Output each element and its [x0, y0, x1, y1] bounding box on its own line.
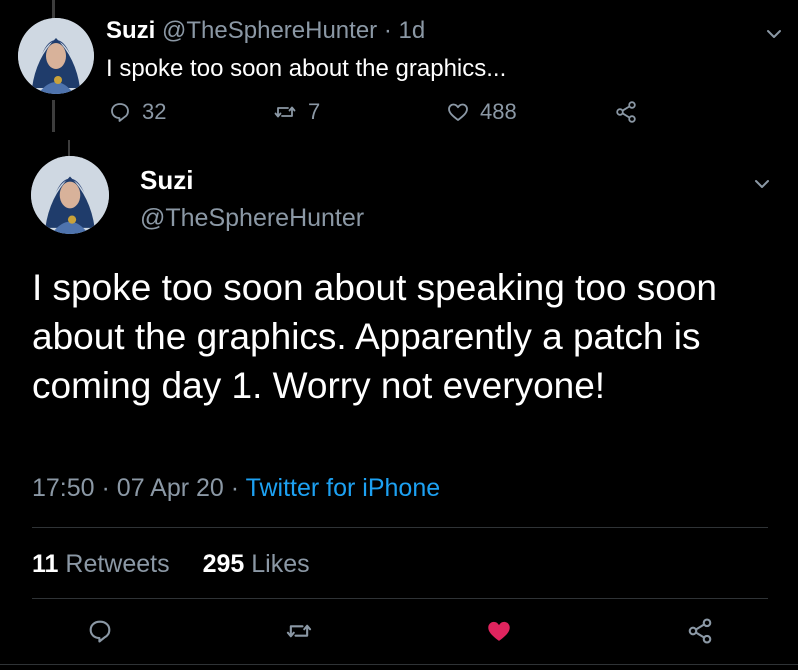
likes-stat[interactable]: 295 Likes: [203, 550, 310, 578]
share-button[interactable]: [614, 98, 638, 126]
thread-line-bottom: [52, 100, 55, 132]
reply-tweet-text: I spoke too soon about the graphics...: [106, 55, 507, 82]
reply-icon: [111, 103, 129, 122]
engagement-stats: 11 Retweets 295 Likes: [32, 550, 310, 579]
like-button[interactable]: 488: [446, 98, 517, 126]
avatar-image: [31, 156, 109, 234]
heart-icon: [488, 621, 510, 641]
main-author-handle[interactable]: @TheSphereHunter: [140, 204, 364, 233]
tweet-source-link[interactable]: Twitter for iPhone: [246, 474, 441, 502]
main-avatar[interactable]: [31, 156, 109, 234]
tweet-meta: 17:50 · 07 Apr 20 · Twitter for iPhone: [32, 474, 440, 503]
retweet-icon: [286, 624, 312, 638]
main-author-name[interactable]: Suzi: [140, 165, 193, 196]
relative-time[interactable]: 1d: [399, 17, 426, 44]
main-chevron-down-button[interactable]: [750, 172, 774, 196]
avatar[interactable]: [18, 18, 94, 94]
divider: [32, 527, 768, 528]
reply-icon: [89, 620, 111, 643]
retweet-icon: [274, 106, 296, 118]
chevron-down-icon: [755, 180, 769, 188]
divider: [32, 598, 768, 599]
tweet-date: 07 Apr 20: [116, 474, 224, 502]
tweet-time: 17:50: [32, 474, 95, 502]
meta-separator: ·: [101, 474, 110, 502]
main-tweet-text: I spoke too soon about speaking too soon…: [32, 267, 718, 406]
bottom-divider: [0, 664, 798, 665]
main-reply-button[interactable]: [86, 617, 114, 645]
retweets-stat[interactable]: 11 Retweets: [32, 550, 177, 578]
heart-icon: [448, 103, 468, 121]
retweets-stat-label: Retweets: [65, 550, 170, 578]
retweet-button[interactable]: 7: [272, 98, 320, 126]
meta-separator: ·: [230, 474, 240, 502]
author-handle[interactable]: @TheSphereHunter: [162, 17, 377, 44]
likes-stat-label: Likes: [251, 550, 310, 578]
main-like-button[interactable]: [484, 617, 514, 645]
retweets-stat-count: 11: [32, 550, 59, 578]
main-share-button[interactable]: [686, 617, 714, 645]
share-icon: [616, 101, 636, 123]
like-count: 488: [480, 99, 517, 124]
time-separator: ·: [383, 17, 392, 44]
chevron-down-button[interactable]: [762, 22, 786, 46]
retweet-count: 7: [308, 99, 321, 124]
reply-tweet-header: Suzi @TheSphereHunter · 1d: [106, 17, 425, 45]
main-retweet-button[interactable]: [284, 617, 314, 645]
likes-stat-count: 295: [202, 550, 245, 578]
author-name[interactable]: Suzi: [106, 17, 155, 44]
share-icon: [688, 618, 712, 644]
reply-button[interactable]: 32: [108, 98, 166, 126]
chevron-down-icon: [767, 30, 781, 38]
reply-count: 32: [142, 99, 167, 124]
avatar-image: [18, 18, 94, 94]
thread-line-top: [52, 0, 55, 18]
